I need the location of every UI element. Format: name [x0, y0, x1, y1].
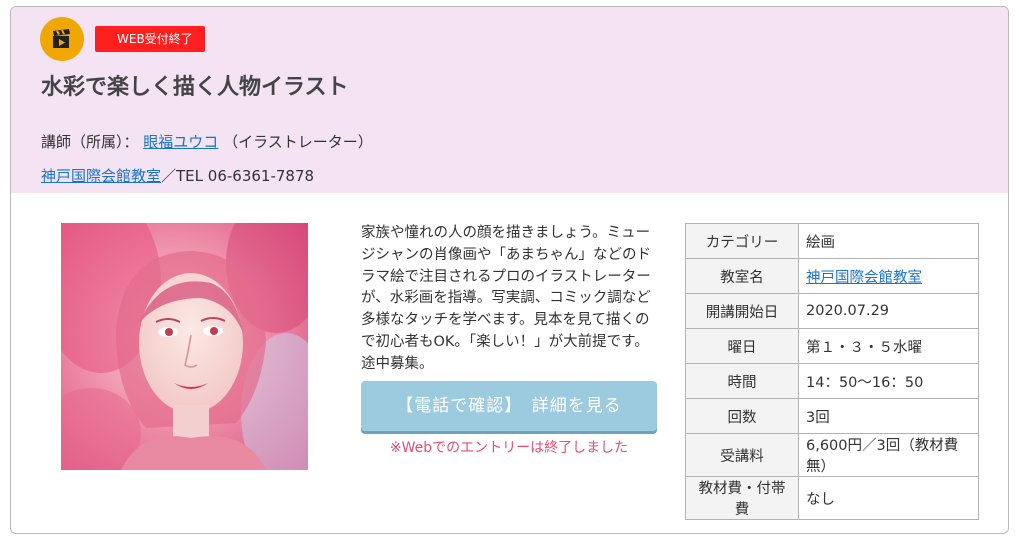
details-button[interactable]: 【電話で確認】 詳細を見る [361, 381, 657, 431]
row-value-sessions: 3回 [798, 398, 979, 434]
row-value-materials: なし [798, 476, 979, 520]
table-row: 教材費・付帯費 なし [685, 476, 979, 520]
movie-clapper-icon [40, 17, 84, 61]
page-title: 水彩で楽しく描く人物イラスト [41, 75, 349, 100]
row-label-weekday: 曜日 [685, 328, 799, 364]
row-label-fee: 受講料 [685, 433, 799, 477]
row-value-time: 14：50〜16：50 [798, 363, 979, 399]
table-row: 時間 14：50〜16：50 [685, 363, 979, 399]
row-value-start-date: 2020.07.29 [798, 293, 979, 329]
row-value-weekday: 第１・３・５水曜 [798, 328, 979, 364]
row-label-classroom: 教室名 [685, 258, 799, 294]
table-row: 開講開始日 2020.07.29 [685, 293, 979, 329]
course-image [61, 223, 308, 470]
table-row: カテゴリー 絵画 [685, 223, 979, 259]
course-header: WEB受付終了 水彩で楽しく描く人物イラスト 講師（所属）： 眼福ユウコ （イラ… [11, 7, 1008, 193]
row-value-classroom: 神戸国際会館教室 [798, 258, 979, 294]
table-row: 回数 3回 [685, 398, 979, 434]
row-value-fee: 6,600円／3回（教材費無） [798, 433, 979, 477]
course-description: 家族や憧れの人の顔を描きましょう。ミュージシャンの肖像画や「あまちゃん」などのド… [361, 225, 651, 372]
row-label-materials: 教材費・付帯費 [685, 476, 799, 520]
row-label-start-date: 開講開始日 [685, 293, 799, 329]
table-row: 受講料 6,600円／3回（教材費無） [685, 433, 979, 477]
row-label-time: 時間 [685, 363, 799, 399]
classroom-link[interactable]: 神戸国際会館教室 [806, 270, 922, 286]
status-badge: WEB受付終了 [95, 26, 205, 52]
course-card: WEB受付終了 水彩で楽しく描く人物イラスト 講師（所属）： 眼福ユウコ （イラ… [10, 6, 1009, 534]
row-value-category: 絵画 [798, 223, 979, 259]
course-info-table: カテゴリー 絵画 教室名 神戸国際会館教室 開講開始日 2020.07.29 曜… [685, 223, 979, 520]
venue-tel: ／TEL 06-6361-7878 [161, 167, 315, 185]
instructor-affiliation: （イラストレーター） [223, 133, 373, 151]
row-label-category: カテゴリー [685, 223, 799, 259]
row-label-sessions: 回数 [685, 398, 799, 434]
instructor-link[interactable]: 眼福ユウコ [143, 133, 218, 151]
venue-link[interactable]: 神戸国際会館教室 [41, 167, 161, 185]
instructor-label: 講師（所属）： [41, 133, 139, 151]
instructor-info: 講師（所属）： 眼福ユウコ （イラストレーター） [41, 131, 373, 152]
table-row: 曜日 第１・３・５水曜 [685, 328, 979, 364]
table-row: 教室名 神戸国際会館教室 [685, 258, 979, 294]
entry-closed-notice: ※Webでのエントリーは終了しました [389, 440, 629, 456]
venue-info: 神戸国際会館教室／TEL 06-6361-7878 [41, 165, 314, 186]
